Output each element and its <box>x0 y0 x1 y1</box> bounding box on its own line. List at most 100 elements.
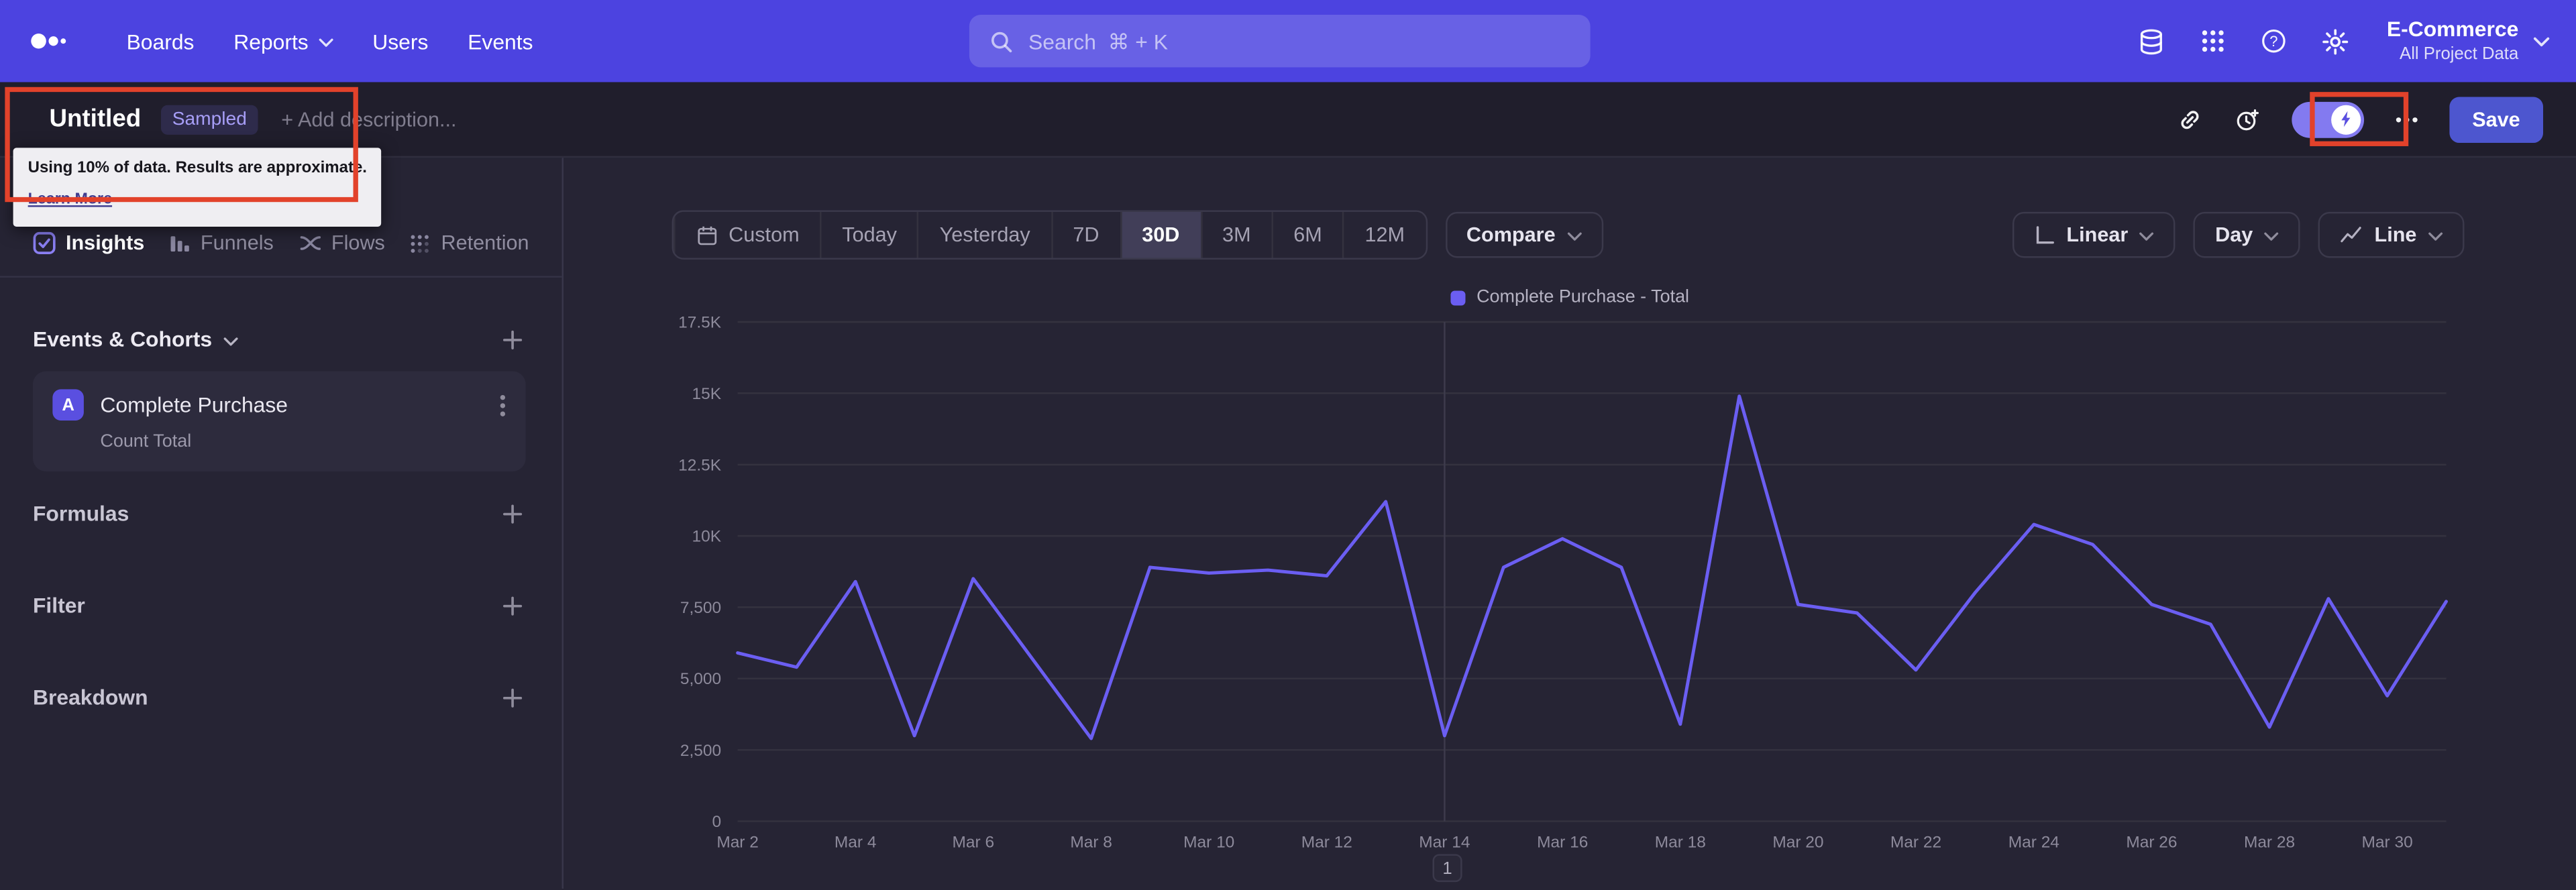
mixpanel-logo-icon[interactable] <box>30 30 69 52</box>
ellipsis-icon <box>2395 116 2418 123</box>
scale-select[interactable]: Linear <box>2012 211 2176 258</box>
sidebar-section: Breakdown <box>33 685 523 710</box>
svg-text:?: ? <box>2269 33 2277 50</box>
svg-text:Mar 26: Mar 26 <box>2126 834 2177 852</box>
topnav-right-cluster: ? E-Commerce All Project Data <box>2137 17 2550 65</box>
granularity-select[interactable]: Day <box>2194 211 2301 258</box>
more-actions-button[interactable] <box>2395 116 2418 123</box>
add-section-item-button[interactable] <box>502 687 523 707</box>
plus-icon <box>502 329 523 349</box>
nav-item[interactable]: Users <box>354 17 446 65</box>
events-cohorts-header: Events & Cohorts <box>33 327 523 351</box>
primary-nav: Boards Reports Users Events <box>109 17 551 65</box>
svg-text:17.5K: 17.5K <box>678 314 722 332</box>
plus-icon <box>502 687 523 707</box>
plus-icon <box>502 596 523 615</box>
svg-text:10K: 10K <box>692 528 722 546</box>
chevron-down-icon <box>2139 231 2154 241</box>
nav-item-label: Reports <box>233 28 309 54</box>
line-chart-icon <box>2340 225 2363 245</box>
chart-type-select[interactable]: Line <box>2318 211 2465 258</box>
sampled-badge[interactable]: Sampled <box>160 104 259 134</box>
add-description[interactable]: + Add description... <box>281 107 456 130</box>
sidebar-section-label: Filter <box>32 593 85 618</box>
chevron-down-icon <box>2264 231 2279 241</box>
event-card[interactable]: A Complete Purchase Count Total <box>32 371 526 471</box>
tab-funnels[interactable]: Funnels <box>169 231 274 255</box>
date-range-option[interactable]: Today <box>820 211 917 258</box>
tab-insights[interactable]: Insights <box>33 231 144 255</box>
settings-button[interactable] <box>2321 27 2349 55</box>
date-range-option[interactable]: Custom <box>674 211 820 258</box>
help-icon: ? <box>2260 28 2286 54</box>
query-sidebar: Insights Funnels Flows Retention Events … <box>0 158 564 889</box>
apps-menu-button[interactable] <box>2200 28 2226 54</box>
svg-text:Mar 12: Mar 12 <box>1301 834 1352 852</box>
help-button[interactable]: ? <box>2260 28 2286 54</box>
chart-controls: Custom Today Yesterday 7D 30D 3M 6M 12M … <box>672 210 2465 260</box>
calendar-icon <box>696 224 717 245</box>
chart-panel: Custom Today Yesterday 7D 30D 3M 6M 12M … <box>564 158 2576 889</box>
date-range-option[interactable]: 7D <box>1051 211 1120 258</box>
compare-button[interactable]: Compare <box>1445 211 1603 258</box>
set-alert-button[interactable] <box>2234 106 2260 132</box>
svg-text:Mar 16: Mar 16 <box>1537 834 1588 852</box>
sampling-tooltip-text: Using 10% of data. Results are approxima… <box>28 159 367 178</box>
add-section-item-button[interactable] <box>502 596 523 615</box>
date-range-option[interactable]: 12M <box>1342 211 1425 258</box>
axis-icon <box>2033 224 2055 245</box>
add-section-item-button[interactable] <box>502 504 523 523</box>
svg-text:Mar 24: Mar 24 <box>2008 834 2059 852</box>
date-range-option[interactable]: Yesterday <box>917 211 1051 258</box>
nav-item[interactable]: Events <box>449 17 551 65</box>
nav-item[interactable]: Boards <box>109 17 213 65</box>
project-name: E-Commerce <box>2386 17 2519 42</box>
add-event-button[interactable] <box>502 329 523 349</box>
nav-item-label: Users <box>372 28 429 54</box>
chevron-down-icon <box>223 336 238 346</box>
sidebar-section-label: Breakdown <box>32 685 148 710</box>
chevron-down-icon <box>318 37 333 47</box>
global-search[interactable] <box>969 15 1591 68</box>
sampling-toggle[interactable] <box>2291 101 2364 137</box>
save-button[interactable]: Save <box>2449 96 2544 142</box>
events-cohorts-title[interactable]: Events & Cohorts <box>33 327 238 351</box>
page-indicator[interactable]: 1 <box>1432 854 1462 883</box>
line-chart[interactable]: 0 2,500 5,000 7,500 10K 12.5K 15K 17.5K Mar 2 Mar… <box>637 314 2461 864</box>
event-options-button[interactable] <box>499 394 506 416</box>
search-input[interactable] <box>1028 28 1571 54</box>
sidebar-section: Filter <box>33 593 523 618</box>
event-letter-badge: A <box>52 389 84 421</box>
report-title[interactable]: Untitled <box>49 105 141 133</box>
funnels-bars-icon <box>169 233 191 254</box>
svg-text:Mar 14: Mar 14 <box>1419 834 1470 852</box>
flows-icon <box>299 231 321 254</box>
kebab-icon <box>499 394 506 416</box>
tab-flows[interactable]: Flows <box>299 231 385 255</box>
data-management-button[interactable] <box>2137 27 2165 55</box>
top-navbar: Boards Reports Users Events Search ⌘ + K… <box>0 0 2576 82</box>
learn-more-link[interactable]: Learn More <box>28 191 112 212</box>
grid-apps-icon <box>2200 28 2226 54</box>
mixpanel-app: Boards Reports Users Events Search ⌘ + K… <box>0 0 2576 890</box>
nav-item[interactable]: Reports <box>215 17 351 65</box>
tab-retention[interactable]: Retention <box>410 231 529 255</box>
svg-text:Mar 10: Mar 10 <box>1183 834 1234 852</box>
chevron-down-icon <box>2533 36 2550 47</box>
date-range-option[interactable]: 3M <box>1199 211 1271 258</box>
project-switcher[interactable]: E-Commerce All Project Data <box>2387 17 2550 65</box>
svg-text:Mar 2: Mar 2 <box>716 834 759 852</box>
svg-text:Mar 4: Mar 4 <box>835 834 877 852</box>
date-range-option[interactable]: 6M <box>1271 211 1342 258</box>
sidebar-section-label: Formulas <box>32 500 129 526</box>
date-range-option[interactable]: 30D <box>1120 211 1200 258</box>
event-name[interactable]: Complete Purchase <box>100 392 288 417</box>
copy-link-button[interactable] <box>2176 106 2202 132</box>
workspace: Insights Funnels Flows Retention Events … <box>0 158 2576 889</box>
svg-text:Mar 20: Mar 20 <box>1772 834 1823 852</box>
gear-icon <box>2321 27 2349 55</box>
event-metric[interactable]: Count Total <box>100 432 506 451</box>
svg-text:12.5K: 12.5K <box>678 456 722 474</box>
svg-text:5,000: 5,000 <box>680 670 721 688</box>
chevron-down-icon <box>2428 231 2443 241</box>
